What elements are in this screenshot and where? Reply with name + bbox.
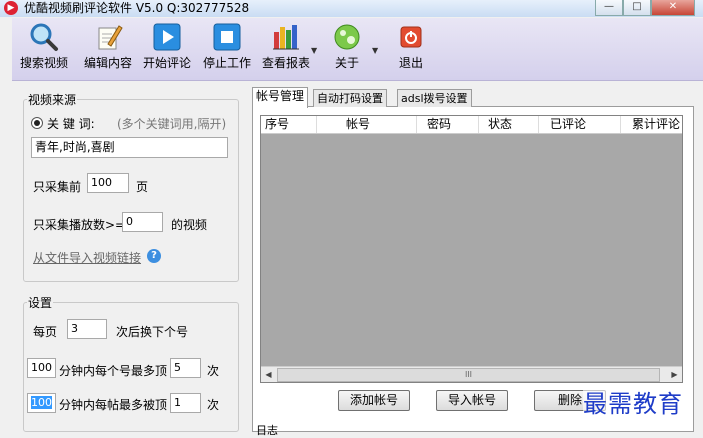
max-per-post-input[interactable]: 1 [170, 393, 201, 413]
view-report-label: 查看报表 [262, 56, 311, 70]
edit-content-button[interactable]: 编辑内容 [84, 22, 132, 71]
settings-title: 设置 [27, 294, 54, 311]
scroll-right-icon[interactable]: ▶ [667, 367, 682, 382]
start-comment-label: 开始评论 [143, 56, 192, 70]
minimize-button[interactable]: — [595, 0, 623, 16]
scroll-left-icon[interactable]: ◀ [261, 367, 276, 382]
app-icon: ▶ [4, 1, 18, 15]
tab-adsl-dial[interactable]: adsl拨号设置 [397, 89, 472, 107]
accounts-table[interactable]: 序号 帐号 密码 状态 已评论 累计评论 ◀ III ▶ [260, 115, 683, 383]
keyword-input[interactable]: 青年,时尚,喜剧 [31, 137, 228, 158]
max-per-account-input[interactable]: 5 [170, 358, 201, 378]
play-count-prefix: 只采集播放数>= [33, 218, 126, 232]
keyword-hint: (多个关键词用,隔开) [117, 117, 227, 131]
minutes-per-account-input[interactable]: 100 [27, 358, 56, 378]
bar-chart-icon [271, 22, 301, 52]
video-source-title: 视频来源 [27, 91, 78, 108]
about-button[interactable]: 关于 [332, 22, 362, 71]
keyword-label: 关 键 词: [47, 117, 95, 131]
power-icon [396, 22, 426, 52]
import-links-link[interactable]: 从文件导入视频链接 [33, 249, 141, 266]
collect-pages-suffix: 页 [136, 180, 149, 194]
start-comment-button[interactable]: 开始评论 [143, 22, 191, 71]
horizontal-scrollbar[interactable]: ◀ III ▶ [261, 366, 682, 382]
play-icon [152, 22, 182, 52]
stop-work-button[interactable]: 停止工作 [203, 22, 251, 71]
close-button[interactable]: ✕ [651, 0, 695, 16]
accounts-table-header: 序号 帐号 密码 状态 已评论 累计评论 [261, 116, 682, 134]
scroll-thumb[interactable]: III [277, 368, 660, 382]
column-password[interactable]: 密码 [417, 116, 479, 133]
stop-icon [212, 22, 242, 52]
max-per-post-unit: 次 [207, 398, 220, 412]
play-count-suffix: 的视频 [171, 218, 208, 232]
report-dropdown-icon[interactable]: ▼ [311, 46, 317, 55]
tab-account-management[interactable]: 帐号管理 [252, 87, 309, 108]
import-account-button[interactable]: 导入帐号 [436, 390, 508, 411]
add-account-button[interactable]: 添加帐号 [338, 390, 410, 411]
per-page-prefix: 每页 [33, 325, 58, 339]
stop-work-label: 停止工作 [203, 56, 252, 70]
max-per-account-unit: 次 [207, 364, 220, 378]
exit-button[interactable]: 退出 [396, 22, 426, 71]
minutes-per-post-label: 分钟内每帖最多被顶 [59, 398, 168, 412]
column-index[interactable]: 序号 [261, 116, 317, 133]
globe-icon [332, 22, 362, 52]
exit-label: 退出 [398, 56, 423, 70]
view-report-button[interactable]: 查看报表 [262, 22, 310, 71]
tab-auto-captcha[interactable]: 自动打码设置 [313, 89, 387, 107]
toolbar: 搜索视频 编辑内容 开始评论 停止工作 查看报表 ▼ 关于 ▼ 退出 [12, 18, 703, 81]
title-bar: ▶ 优酷视频刷评论软件 V5.0 Q:302777528 — □ ✕ [0, 0, 703, 17]
magnifier-icon [29, 22, 59, 52]
column-commented[interactable]: 已评论 [539, 116, 621, 133]
collect-pages-prefix: 只采集前 [33, 180, 82, 194]
minutes-per-account-label: 分钟内每个号最多顶 [59, 364, 168, 378]
column-status[interactable]: 状态 [479, 116, 539, 133]
maximize-button[interactable]: □ [623, 0, 651, 16]
per-page-input[interactable]: 3 [67, 319, 107, 339]
about-label: 关于 [334, 56, 359, 70]
about-dropdown-icon[interactable]: ▼ [372, 46, 378, 55]
window-title: 优酷视频刷评论软件 V5.0 Q:302777528 [24, 1, 250, 15]
column-account[interactable]: 帐号 [317, 116, 417, 133]
minutes-per-post-selected: 100 [31, 396, 52, 409]
column-total-comments[interactable]: 累计评论 [621, 116, 682, 133]
watermark: 最需教育 [583, 384, 683, 419]
edit-content-label: 编辑内容 [84, 56, 133, 70]
per-page-suffix: 次后换下个号 [116, 325, 189, 339]
help-icon[interactable]: ? [147, 249, 161, 263]
play-count-input[interactable]: 0 [122, 212, 163, 232]
keyword-radio[interactable] [31, 117, 43, 129]
log-label: 日志 [256, 424, 278, 437]
search-video-button[interactable]: 搜索视频 [20, 22, 68, 71]
minutes-per-post-input[interactable]: 100 [27, 393, 56, 413]
window-controls: — □ ✕ [595, 0, 695, 16]
collect-pages-input[interactable]: 100 [87, 173, 129, 193]
search-video-label: 搜索视频 [20, 56, 69, 70]
pencil-icon [93, 22, 123, 52]
